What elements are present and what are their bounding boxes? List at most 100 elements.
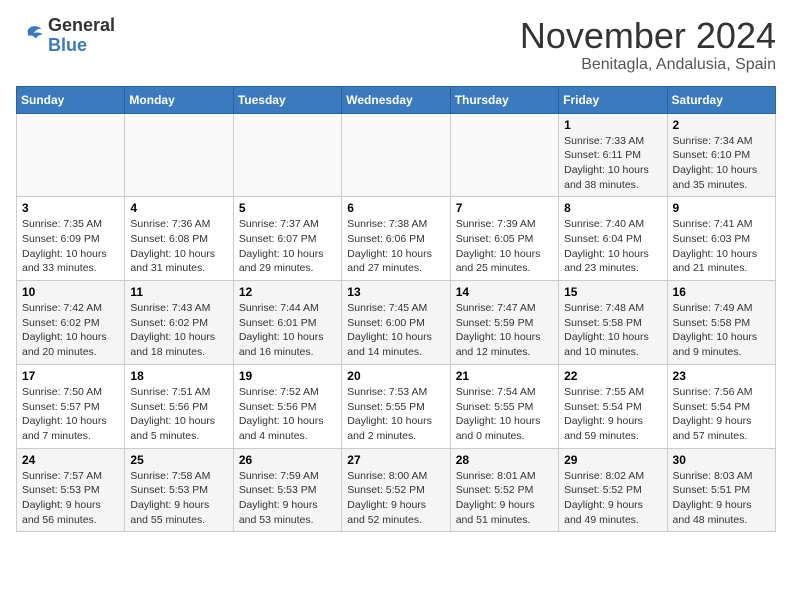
day-number: 18 <box>130 369 227 383</box>
day-info-text: Sunset: 6:11 PM <box>564 148 661 163</box>
page-header: General Blue November 2024 Benitagla, An… <box>16 16 776 74</box>
day-info-text: Sunrise: 7:43 AM <box>130 301 227 316</box>
day-info-text: Sunset: 5:53 PM <box>22 483 119 498</box>
day-info-text: Sunrise: 7:50 AM <box>22 385 119 400</box>
calendar-cell: 17 Sunrise: 7:50 AMSunset: 5:57 PMDayligh… <box>17 364 125 448</box>
day-number: 20 <box>347 369 444 383</box>
day-info-text: Sunset: 5:52 PM <box>347 483 444 498</box>
col-header-sunday: Sunday <box>17 86 125 113</box>
calendar-cell: 7Sunrise: 7:39 AMSunset: 6:05 PMDaylight… <box>450 197 558 281</box>
day-info-text: Sunrise: 7:44 AM <box>239 301 336 316</box>
calendar-cell <box>342 113 450 197</box>
day-info-text: Daylight: 10 hours and 16 minutes. <box>239 330 336 359</box>
col-header-tuesday: Tuesday <box>233 86 341 113</box>
day-number: 6 <box>347 201 444 215</box>
day-number: 3 <box>22 201 119 215</box>
day-info-text: Sunset: 5:51 PM <box>673 483 770 498</box>
day-number: 1 <box>564 118 661 132</box>
day-info-text: Sunrise: 7:45 AM <box>347 301 444 316</box>
day-info-text: Sunset: 5:57 PM <box>22 400 119 415</box>
day-info-text: Sunset: 6:07 PM <box>239 232 336 247</box>
day-number: 24 <box>22 453 119 467</box>
calendar-header-row: SundayMondayTuesdayWednesdayThursdayFrid… <box>17 86 776 113</box>
day-info-text: Sunset: 5:53 PM <box>130 483 227 498</box>
logo: General Blue <box>16 16 115 56</box>
day-info-text: Daylight: 9 hours and 56 minutes. <box>22 498 119 527</box>
day-info-text: Sunrise: 7:40 AM <box>564 217 661 232</box>
day-info-text: Sunrise: 8:01 AM <box>456 469 553 484</box>
day-info-text: Sunset: 5:59 PM <box>456 316 553 331</box>
day-number: 12 <box>239 285 336 299</box>
calendar-cell <box>233 113 341 197</box>
calendar-cell: 30Sunrise: 8:03 AMSunset: 5:51 PMDayligh… <box>667 448 775 532</box>
day-number: 8 <box>564 201 661 215</box>
day-info-text: Daylight: 10 hours and 18 minutes. <box>130 330 227 359</box>
calendar-week-row: 10Sunrise: 7:42 AMSunset: 6:02 PMDayligh… <box>17 281 776 365</box>
calendar-cell <box>17 113 125 197</box>
day-info-text: Sunrise: 7:42 AM <box>22 301 119 316</box>
day-info-text: Daylight: 10 hours and 9 minutes. <box>673 330 770 359</box>
calendar-cell: 24 Sunrise: 7:57 AMSunset: 5:53 PMDayligh… <box>17 448 125 532</box>
day-info-text: Daylight: 10 hours and 10 minutes. <box>564 330 661 359</box>
day-number: 15 <box>564 285 661 299</box>
day-number: 17 <box>22 369 119 383</box>
calendar-cell: 1Sunrise: 7:33 AMSunset: 6:11 PMDaylight… <box>559 113 667 197</box>
day-info-text: Sunset: 6:00 PM <box>347 316 444 331</box>
day-info-text: Daylight: 10 hours and 14 minutes. <box>347 330 444 359</box>
day-info-text: Sunrise: 7:58 AM <box>130 469 227 484</box>
calendar-cell: 5Sunrise: 7:37 AMSunset: 6:07 PMDaylight… <box>233 197 341 281</box>
day-info-text: Daylight: 9 hours and 51 minutes. <box>456 498 553 527</box>
day-info-text: Daylight: 10 hours and 27 minutes. <box>347 247 444 276</box>
day-info-text: Sunrise: 7:47 AM <box>456 301 553 316</box>
day-info-text: Sunset: 6:08 PM <box>130 232 227 247</box>
day-info-text: Daylight: 10 hours and 12 minutes. <box>456 330 553 359</box>
day-info-text: Sunset: 5:53 PM <box>239 483 336 498</box>
day-info-text: Sunrise: 7:39 AM <box>456 217 553 232</box>
day-info-text: Sunrise: 7:56 AM <box>673 385 770 400</box>
day-info-text: Daylight: 9 hours and 55 minutes. <box>130 498 227 527</box>
calendar-cell: 6 Sunrise: 7:38 AMSunset: 6:06 PMDaylight… <box>342 197 450 281</box>
day-info-text: Daylight: 10 hours and 29 minutes. <box>239 247 336 276</box>
day-number: 23 <box>673 369 770 383</box>
calendar-cell: 2Sunrise: 7:34 AMSunset: 6:10 PMDaylight… <box>667 113 775 197</box>
calendar-cell: 16Sunrise: 7:49 AMSunset: 5:58 PMDayligh… <box>667 281 775 365</box>
day-info-text: Sunrise: 8:00 AM <box>347 469 444 484</box>
col-header-thursday: Thursday <box>450 86 558 113</box>
calendar-cell: 22Sunrise: 7:55 AMSunset: 5:54 PMDayligh… <box>559 364 667 448</box>
day-info-text: Sunrise: 8:03 AM <box>673 469 770 484</box>
day-info-text: Sunset: 6:06 PM <box>347 232 444 247</box>
day-info-text: Sunset: 5:58 PM <box>564 316 661 331</box>
day-info-text: Sunset: 5:56 PM <box>239 400 336 415</box>
day-info-text: Daylight: 10 hours and 35 minutes. <box>673 163 770 192</box>
day-number: 11 <box>130 285 227 299</box>
day-info-text: Sunrise: 7:38 AM <box>347 217 444 232</box>
day-info-text: Sunrise: 7:53 AM <box>347 385 444 400</box>
day-info-text: Sunrise: 7:49 AM <box>673 301 770 316</box>
day-info-text: Daylight: 10 hours and 31 minutes. <box>130 247 227 276</box>
location-subtitle: Benitagla, Andalusia, Spain <box>520 56 776 74</box>
day-info-text: Sunset: 5:54 PM <box>564 400 661 415</box>
calendar-cell: 11Sunrise: 7:43 AMSunset: 6:02 PMDayligh… <box>125 281 233 365</box>
day-number: 26 <box>239 453 336 467</box>
month-year-title: November 2024 <box>520 16 776 56</box>
day-number: 16 <box>673 285 770 299</box>
day-info-text: Sunset: 6:01 PM <box>239 316 336 331</box>
day-info-text: Sunset: 6:10 PM <box>673 148 770 163</box>
calendar-cell <box>450 113 558 197</box>
day-info-text: Sunrise: 7:37 AM <box>239 217 336 232</box>
calendar-cell: 14Sunrise: 7:47 AMSunset: 5:59 PMDayligh… <box>450 281 558 365</box>
day-info-text: Sunset: 6:09 PM <box>22 232 119 247</box>
day-info-text: Daylight: 9 hours and 59 minutes. <box>564 414 661 443</box>
day-number: 29 <box>564 453 661 467</box>
calendar-cell: 26Sunrise: 7:59 AMSunset: 5:53 PMDayligh… <box>233 448 341 532</box>
day-info-text: Sunrise: 7:51 AM <box>130 385 227 400</box>
calendar-cell: 9Sunrise: 7:41 AMSunset: 6:03 PMDaylight… <box>667 197 775 281</box>
day-info-text: Sunset: 6:04 PM <box>564 232 661 247</box>
calendar-cell: 12 Sunrise: 7:44 AMSunset: 6:01 PMDayligh… <box>233 281 341 365</box>
day-info-text: Sunrise: 7:57 AM <box>22 469 119 484</box>
calendar-week-row: 3Sunrise: 7:35 AMSunset: 6:09 PMDaylight… <box>17 197 776 281</box>
day-info-text: Daylight: 10 hours and 7 minutes. <box>22 414 119 443</box>
day-info-text: Daylight: 9 hours and 53 minutes. <box>239 498 336 527</box>
day-number: 13 <box>347 285 444 299</box>
day-number: 30 <box>673 453 770 467</box>
